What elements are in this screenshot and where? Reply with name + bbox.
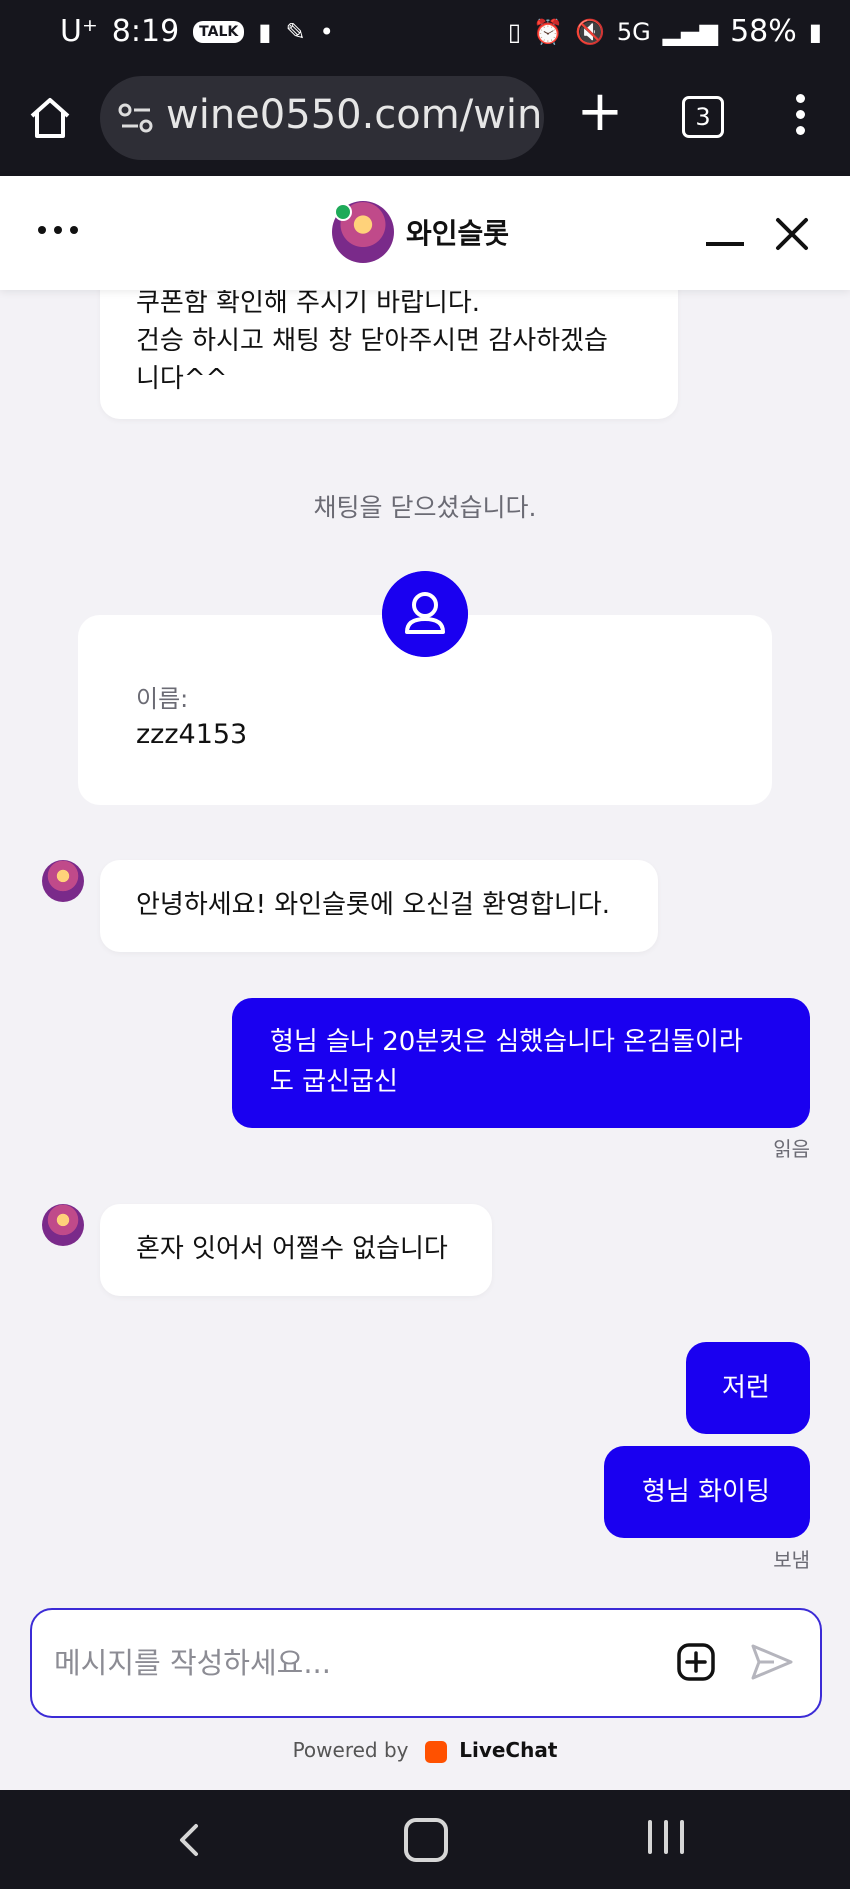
close-icon[interactable] <box>772 214 812 254</box>
talk-notification-icon: TALK <box>193 20 245 43</box>
message-line: 형님 슬나 20분컷은 심했습니다 온김돌이라 <box>270 1027 743 1057</box>
agent-avatar <box>42 860 84 902</box>
powered-by-footer: Powered by LiveChat <box>0 1738 850 1763</box>
signal-icon: ▂▄▆ <box>662 17 719 46</box>
read-status: 읽음 <box>773 1137 810 1161</box>
minimize-icon[interactable] <box>706 242 744 246</box>
battery-saver-icon: ▯ <box>507 17 522 46</box>
agent-avatar <box>42 1204 84 1246</box>
message-composer <box>30 1608 822 1718</box>
sent-status: 보냄 <box>773 1548 810 1572</box>
message-input[interactable] <box>52 1636 656 1690</box>
back-icon[interactable] <box>170 1820 210 1860</box>
user-message: 형님 화이팅 <box>604 1446 810 1538</box>
clock: 8:19 <box>111 14 180 49</box>
livechat-brand-link[interactable]: LiveChat <box>459 1738 557 1762</box>
online-status-dot <box>334 203 352 221</box>
user-message: 형님 슬나 20분컷은 심했습니다 온김돌이라 도 굽신굽신 <box>232 998 810 1128</box>
browser-toolbar: wine0550.com/wine + 3 <box>0 72 850 176</box>
message-list[interactable]: 쿠폰함 확인해 주시기 바랍니다. 건승 하시고 채팅 창 닫아주시면 감사하겠… <box>0 290 850 1608</box>
user-icon <box>382 571 468 657</box>
agent-avatar <box>332 201 394 263</box>
message-text: 혼자 잇어서 어쩔수 없습니다 <box>136 1234 448 1264</box>
more-notifications-icon: • <box>319 17 334 46</box>
livechat-logo-icon <box>424 1740 447 1763</box>
message-line: 니다^^ <box>136 364 228 394</box>
battery-icon: ▮ <box>808 17 822 46</box>
more-options-icon[interactable] <box>38 226 78 234</box>
mute-icon: 🔇 <box>574 17 605 46</box>
chat-header: 와인슬롯 <box>0 176 850 290</box>
send-icon[interactable] <box>750 1642 794 1682</box>
user-message: 저런 <box>686 1342 810 1434</box>
name-label: 이름: <box>136 685 189 713</box>
chat-title: 와인슬롯 <box>406 217 510 250</box>
url-text: wine0550.com/wine <box>166 92 544 138</box>
band-notification-icon: ▮ <box>258 17 272 46</box>
name-value: zzz4153 <box>136 719 248 750</box>
browser-menu-icon[interactable] <box>790 94 810 144</box>
agent-message: 안녕하세요! 와인슬롯에 오신걸 환영합니다. <box>100 860 658 952</box>
message-line: 쿠폰함 확인해 주시기 바랍니다. <box>136 290 481 318</box>
network-5g-icon: 5G <box>616 17 651 46</box>
alarm-icon: ⏰ <box>533 17 563 46</box>
message-line: 도 굽신굽신 <box>270 1067 398 1097</box>
site-settings-icon[interactable] <box>116 98 156 138</box>
agent-message: 혼자 잇어서 어쩔수 없습니다 <box>100 1204 492 1296</box>
powered-by-label: Powered by <box>292 1738 409 1762</box>
recent-apps-icon[interactable] <box>648 1820 684 1856</box>
address-bar[interactable]: wine0550.com/wine <box>100 76 544 160</box>
system-navigation-bar <box>0 1790 850 1889</box>
agent-message: 쿠폰함 확인해 주시기 바랍니다. 건승 하시고 채팅 창 닫아주시면 감사하겠… <box>100 290 678 419</box>
chat-closed-note: 채팅을 닫으셨습니다. <box>313 493 537 522</box>
message-text: 안녕하세요! 와인슬롯에 오신걸 환영합니다. <box>136 890 611 920</box>
message-text: 저런 <box>722 1373 770 1403</box>
status-bar: U⁺ 8:19 TALK ▮ ✎ • ▯ ⏰ 🔇 5G ▂▄▆ 58% ▮ <box>0 0 850 72</box>
message-text: 형님 화이팅 <box>642 1477 770 1507</box>
carrier-label: U⁺ <box>60 14 98 49</box>
new-tab-icon[interactable]: + <box>574 84 626 140</box>
pen-notification-icon: ✎ <box>285 17 306 46</box>
tab-switcher-button[interactable]: 3 <box>682 96 724 138</box>
message-line: 건승 하시고 채팅 창 닫아주시면 감사하겠습 <box>136 326 608 356</box>
attach-icon[interactable] <box>676 1642 716 1682</box>
home-nav-icon[interactable] <box>404 1818 448 1862</box>
battery-percent: 58% <box>730 14 797 49</box>
home-icon[interactable] <box>26 94 74 142</box>
